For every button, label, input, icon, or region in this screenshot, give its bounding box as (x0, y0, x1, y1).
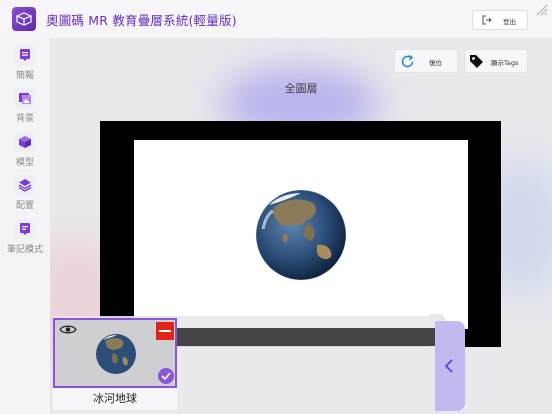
sidebar-item-label: 簡報 (15, 71, 34, 81)
collapse-tray-button[interactable] (435, 321, 465, 411)
notes-icon (15, 219, 35, 239)
top-bar: 奧圖碼 MR 教育疊層系統(輕量版) 登出 (0, 0, 552, 38)
cube-model-icon (15, 132, 35, 152)
resize-grip-icon (536, 4, 548, 16)
reset-label: 復位 (429, 59, 442, 67)
remove-layer-button[interactable] (156, 322, 174, 340)
logout-label: 登出 (503, 18, 516, 26)
scene-title: 全圖層 (284, 82, 318, 95)
reset-button[interactable]: 復位 (394, 49, 458, 73)
sidebar: 簡報 背景 模型 配置 筆記模式 (0, 38, 50, 414)
background-image-icon (15, 88, 35, 108)
show-tags-label: 顯示Tags (491, 59, 519, 67)
sidebar-item-label: 配置 (15, 201, 34, 211)
main-stage: 復位 顯示Tags 全圖層 冰河地球 (50, 38, 552, 414)
app-title: 奧圖碼 MR 教育疊層系統(輕量版) (46, 13, 237, 28)
sidebar-item-label: 模型 (15, 158, 34, 168)
sidebar-item-presentation[interactable]: 簡報 (0, 45, 50, 81)
chevron-left-icon (444, 359, 453, 373)
minus-icon (159, 330, 171, 332)
sidebar-item-model[interactable]: 模型 (0, 132, 50, 168)
sidebar-item-background[interactable]: 背景 (0, 88, 50, 124)
projection-screen (134, 140, 468, 329)
layer-card[interactable] (53, 318, 177, 388)
show-tags-button[interactable]: 顯示Tags (464, 49, 528, 73)
logout-button[interactable]: 登出 (472, 10, 528, 30)
logout-icon (482, 15, 492, 25)
visibility-eye-icon[interactable] (59, 324, 77, 335)
selected-check-icon (158, 368, 174, 384)
tag-icon (470, 55, 483, 68)
sidebar-item-label: 筆記模式 (6, 245, 43, 255)
layer-card-caption: 冰河地球 (53, 388, 177, 410)
refresh-icon (401, 54, 414, 68)
earth-thumbnail (96, 334, 136, 374)
sidebar-item-notes[interactable]: 筆記模式 (0, 219, 50, 255)
projection-frame (100, 121, 501, 347)
sidebar-item-layout[interactable]: 配置 (0, 175, 50, 211)
sidebar-item-label: 背景 (15, 114, 34, 124)
presentation-icon (15, 45, 35, 65)
tray-bar (133, 328, 438, 346)
layers-icon (15, 175, 35, 195)
app-logo-icon (12, 7, 36, 31)
earth-globe[interactable] (255, 189, 347, 281)
